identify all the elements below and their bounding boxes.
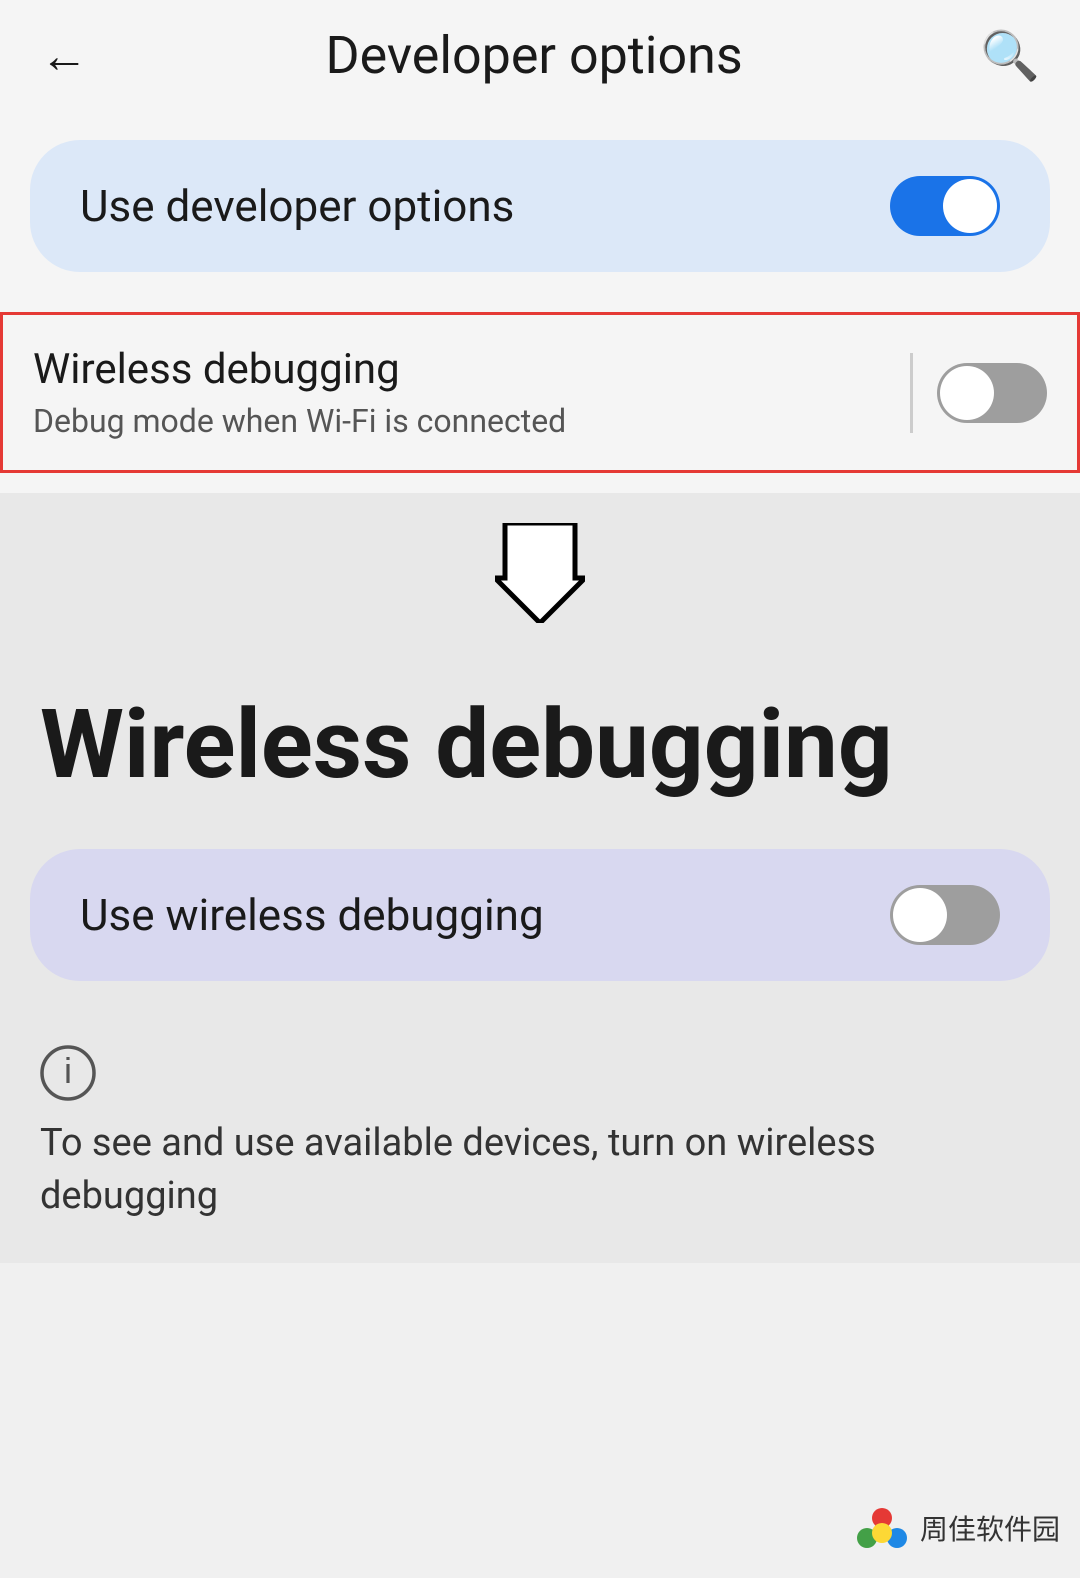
use-wireless-debugging-toggle[interactable] [890,885,1000,945]
info-icon: i [40,1045,96,1101]
wireless-debugging-text-group: Wireless debugging Debug mode when Wi-Fi… [33,345,886,440]
arrow-section [0,493,1080,653]
developer-options-card[interactable]: Use developer options [30,140,1050,272]
toggle-knob [943,179,997,233]
wireless-debugging-page-title: Wireless debugging [0,673,1080,849]
info-section: i To see and use available devices, turn… [0,1031,1080,1263]
wireless-toggle-knob [940,366,994,420]
info-icon-row: i [40,1041,1040,1101]
use-wireless-debugging-card[interactable]: Use wireless debugging [30,849,1050,981]
wireless-debugging-subtitle: Debug mode when Wi-Fi is connected [33,402,886,440]
row-divider [910,353,913,433]
svg-text:i: i [64,1050,72,1091]
wireless-debugging-page: Wireless debugging Use wireless debuggin… [0,653,1080,1263]
down-arrow-icon [495,523,585,623]
back-button[interactable]: ← [40,27,88,84]
watermark-text: 周佳软件园 [920,1508,1060,1548]
developer-options-section: Use developer options [0,110,1080,312]
wireless-debugging-toggle[interactable] [937,363,1047,423]
top-bar: ← Developer options 🔍 [0,0,1080,110]
use-wireless-debugging-label: Use wireless debugging [80,889,544,941]
watermark-logo [852,1498,912,1558]
developer-options-label: Use developer options [80,180,514,232]
wireless-debugging-title: Wireless debugging [33,345,886,394]
wireless-debugging-section: Wireless debugging Debug mode when Wi-Fi… [0,312,1080,493]
developer-options-toggle[interactable] [890,176,1000,236]
page-title: Developer options [326,25,743,86]
use-wireless-toggle-knob [893,888,947,942]
wireless-debugging-row[interactable]: Wireless debugging Debug mode when Wi-Fi… [0,312,1080,473]
watermark: 周佳软件园 [852,1498,1060,1558]
search-button[interactable]: 🔍 [980,27,1040,84]
info-text: To see and use available devices, turn o… [40,1121,876,1218]
